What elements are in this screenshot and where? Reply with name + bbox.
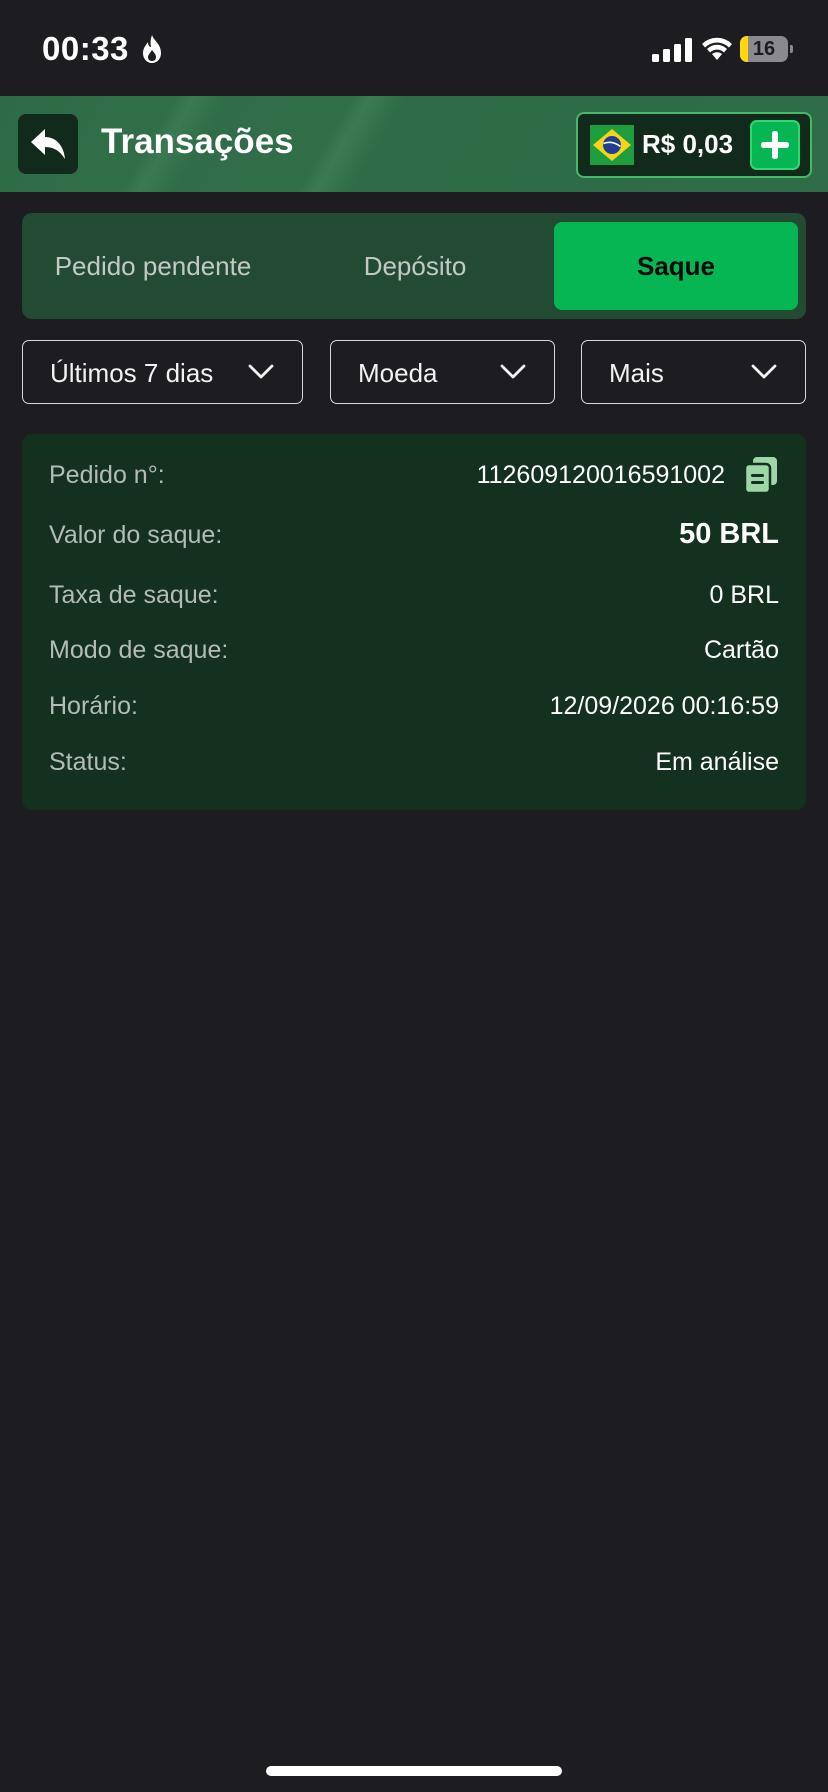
row-label: Status: — [49, 748, 127, 776]
transaction-type-tabs: Pedido pendente Depósito Saque — [22, 213, 806, 319]
status-row: Status: Em análise — [49, 742, 779, 782]
transaction-time: 12/09/2026 00:16:59 — [549, 692, 779, 720]
more-filter[interactable]: Mais — [581, 340, 806, 404]
order-number-row: Pedido n°: 112609120016591002 — [49, 455, 779, 495]
home-indicator — [266, 1766, 562, 1776]
filter-label: Moeda — [358, 358, 438, 388]
tab-deposit[interactable]: Depósito — [284, 222, 546, 310]
cellular-signal-icon — [652, 38, 692, 62]
filter-label: Últimos 7 dias — [50, 358, 214, 388]
withdrawal-amount-row: Valor do saque: 50 BRL — [49, 515, 779, 555]
top-header: Transações R$ 0,03 — [0, 96, 828, 192]
row-label: Modo de saque: — [49, 636, 229, 664]
row-label: Pedido n°: — [49, 461, 165, 489]
back-button[interactable] — [18, 114, 78, 174]
order-number: 112609120016591002 — [476, 461, 725, 489]
flame-icon — [143, 35, 161, 63]
date-range-filter[interactable]: Últimos 7 dias — [22, 340, 303, 404]
withdrawal-amount: 50 BRL — [679, 518, 779, 550]
withdrawal-mode-row: Modo de saque: Cartão — [49, 630, 779, 670]
withdrawal-fee: 0 BRL — [709, 581, 779, 609]
withdrawal-mode: Cartão — [703, 636, 779, 664]
brazil-flag-icon — [590, 125, 634, 165]
reply-arrow-icon — [31, 129, 65, 159]
page-title: Transações — [101, 122, 294, 161]
transaction-card: Pedido n°: 112609120016591002 Valor do s… — [22, 434, 806, 810]
battery-percent: 16 — [752, 38, 776, 60]
status-time: 00:33 — [42, 30, 129, 67]
copy-icon[interactable] — [743, 455, 779, 495]
chevron-down-icon — [751, 364, 777, 379]
plus-icon — [761, 131, 789, 159]
row-label: Taxa de saque: — [49, 581, 219, 609]
row-label: Horário: — [49, 692, 138, 720]
status-bar: 00:33 16 — [0, 0, 828, 96]
time-row: Horário: 12/09/2026 00:16:59 — [49, 686, 779, 726]
balance-box[interactable]: R$ 0,03 — [576, 112, 812, 178]
tab-pending-order[interactable]: Pedido pendente — [22, 222, 284, 310]
tab-withdrawal[interactable]: Saque — [554, 222, 798, 310]
withdrawal-fee-row: Taxa de saque: 0 BRL — [49, 575, 779, 615]
battery-indicator: 16 — [740, 36, 793, 62]
balance-amount: R$ 0,03 — [642, 129, 734, 159]
wifi-icon — [702, 37, 732, 60]
chevron-down-icon — [248, 364, 274, 379]
add-funds-button[interactable] — [750, 120, 800, 170]
filter-label: Mais — [609, 358, 664, 388]
chevron-down-icon — [500, 364, 526, 379]
transaction-status: Em análise — [655, 748, 779, 776]
row-label: Valor do saque: — [49, 521, 223, 549]
currency-filter[interactable]: Moeda — [330, 340, 555, 404]
